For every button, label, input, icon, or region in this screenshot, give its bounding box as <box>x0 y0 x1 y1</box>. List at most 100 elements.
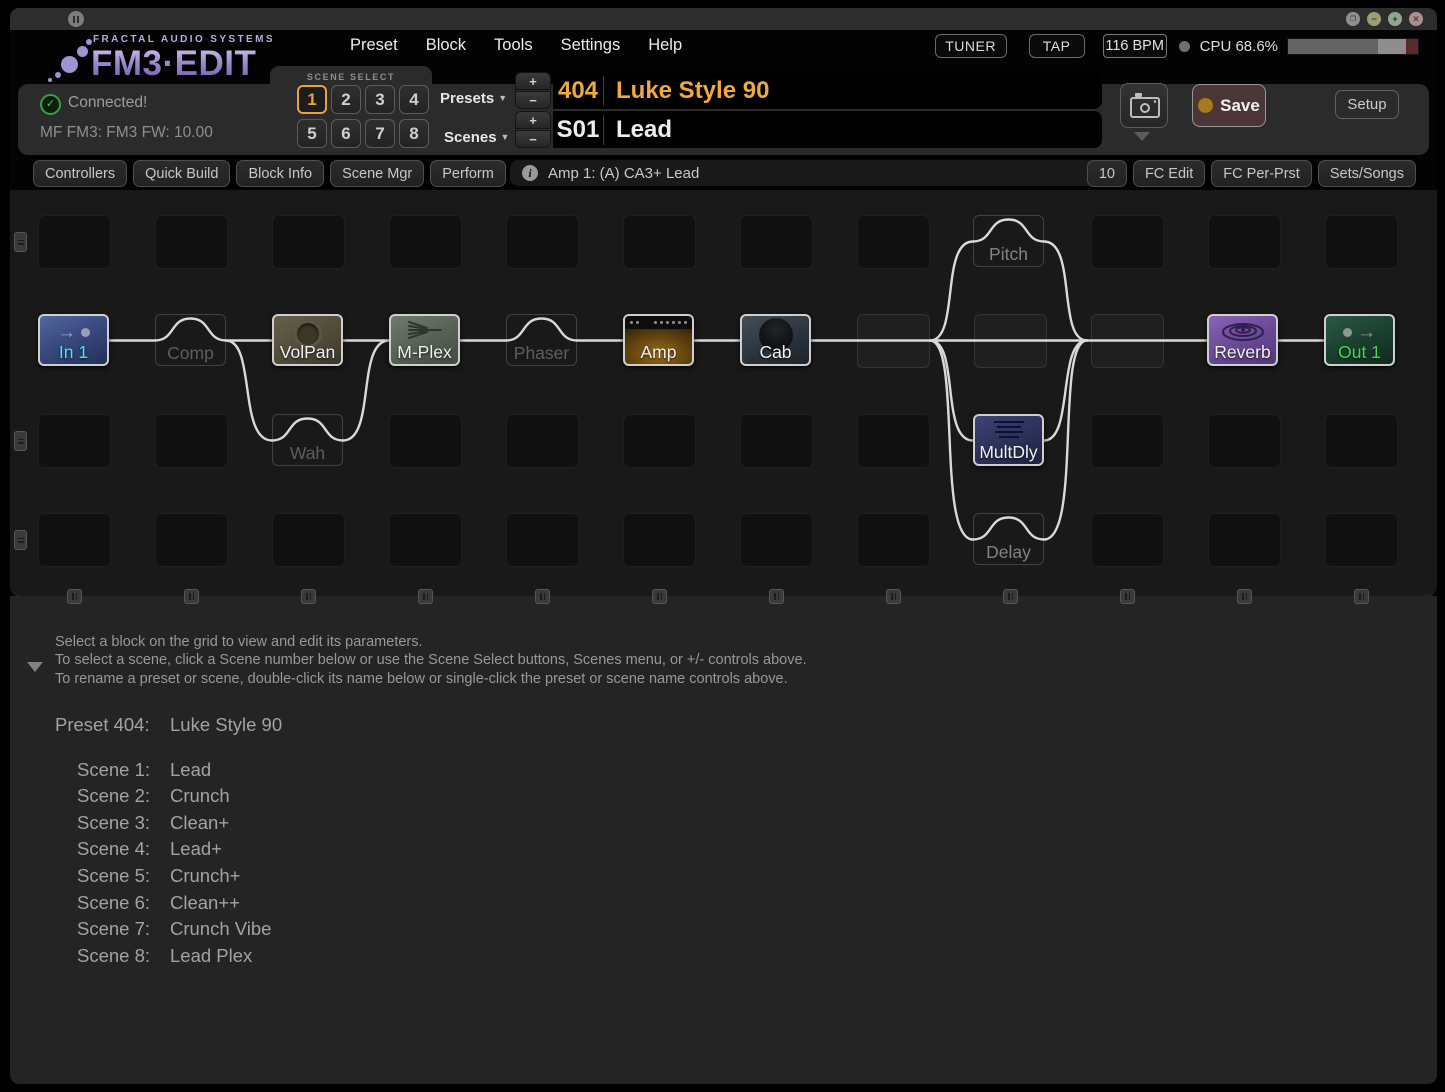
empty-grid-slot[interactable] <box>272 215 345 269</box>
scene-button-4[interactable]: 4 <box>399 85 429 114</box>
empty-grid-slot[interactable] <box>389 513 462 567</box>
empty-grid-slot[interactable] <box>1091 215 1164 269</box>
maximize-icon[interactable]: + <box>1388 12 1402 26</box>
menu-block[interactable]: Block <box>426 36 466 55</box>
restore-icon[interactable]: ❐ <box>1346 12 1360 26</box>
empty-grid-slot[interactable] <box>1208 414 1281 468</box>
menu-preset[interactable]: Preset <box>350 36 398 55</box>
scene-list-row[interactable]: Scene 3: Clean+ <box>55 810 282 837</box>
empty-grid-slot[interactable] <box>857 414 930 468</box>
block-comp[interactable]: Comp <box>155 314 226 366</box>
empty-grid-slot[interactable] <box>1091 513 1164 567</box>
scene-list-name[interactable]: Lead Plex <box>170 943 252 970</box>
presets-menu[interactable]: Presets▼ <box>440 90 507 107</box>
scene-list-name[interactable]: Lead <box>170 757 211 784</box>
camera-dropdown-icon[interactable] <box>1134 132 1150 141</box>
scene-decrement-button[interactable]: − <box>515 130 551 148</box>
column-grip-handle[interactable] <box>535 589 550 604</box>
block-out1[interactable]: → Out 1 <box>1324 314 1395 366</box>
block-cab[interactable]: Cab <box>740 314 811 366</box>
column-grip-handle[interactable] <box>184 589 199 604</box>
empty-grid-slot[interactable] <box>506 414 579 468</box>
empty-grid-slot[interactable] <box>1325 414 1398 468</box>
empty-grid-slot[interactable] <box>155 414 228 468</box>
scene-list-row[interactable]: Scene 6: Clean++ <box>55 890 282 917</box>
empty-grid-slot[interactable] <box>1208 513 1281 567</box>
scene-increment-button[interactable]: + <box>515 111 551 129</box>
perform-button[interactable]: Perform <box>430 160 506 187</box>
scene-list-name[interactable]: Crunch <box>170 783 230 810</box>
block-volpan[interactable]: VolPan <box>272 314 343 366</box>
column-grip-handle[interactable] <box>418 589 433 604</box>
empty-grid-slot[interactable] <box>38 414 111 468</box>
row-grip-handle[interactable] <box>14 232 27 252</box>
snapshot-button[interactable] <box>1120 83 1168 128</box>
empty-grid-slot[interactable] <box>623 513 696 567</box>
preset-list-row[interactable]: Preset 404: Luke Style 90 <box>55 712 282 739</box>
scene-number[interactable]: S01 <box>553 116 603 144</box>
scene-list-name[interactable]: Clean+ <box>170 810 229 837</box>
title-bar[interactable]: ❐ − + ✕ <box>10 8 1437 31</box>
block-phaser[interactable]: Phaser <box>506 314 577 366</box>
bpm-display[interactable]: 116 BPM <box>1103 34 1167 58</box>
sets-songs-button[interactable]: Sets/Songs <box>1318 160 1416 187</box>
empty-grid-slot[interactable] <box>506 513 579 567</box>
ten-button[interactable]: 10 <box>1087 160 1127 187</box>
menu-settings[interactable]: Settings <box>561 36 621 55</box>
empty-grid-slot[interactable] <box>506 215 579 269</box>
block-wah[interactable]: Wah <box>272 414 343 466</box>
empty-grid-slot[interactable] <box>623 215 696 269</box>
scene-name[interactable]: Lead <box>604 116 672 144</box>
scene-list-row[interactable]: Scene 7: Crunch Vibe <box>55 916 282 943</box>
close-icon[interactable]: ✕ <box>1409 12 1423 26</box>
scene-list-name[interactable]: Crunch Vibe <box>170 916 271 943</box>
scene-button-8[interactable]: 8 <box>399 119 429 148</box>
preset-name[interactable]: Luke Style 90 <box>604 77 769 105</box>
empty-grid-slot[interactable] <box>38 215 111 269</box>
selected-block-info[interactable]: i Amp 1: (A) CA3+ Lead <box>510 160 1107 186</box>
preset-decrement-button[interactable]: − <box>515 91 551 109</box>
empty-grid-slot[interactable] <box>857 215 930 269</box>
menu-tools[interactable]: Tools <box>494 36 533 55</box>
setup-button[interactable]: Setup <box>1335 90 1399 119</box>
empty-grid-slot[interactable] <box>1091 414 1164 468</box>
scene-button-3[interactable]: 3 <box>365 85 395 114</box>
block-delay[interactable]: Delay <box>973 513 1044 565</box>
controllers-button[interactable]: Controllers <box>33 160 127 187</box>
empty-grid-slot[interactable] <box>623 414 696 468</box>
empty-grid-slot[interactable] <box>740 513 813 567</box>
pause-icon[interactable] <box>68 11 84 27</box>
scenes-menu[interactable]: Scenes▼ <box>444 129 509 146</box>
scene-button-5[interactable]: 5 <box>297 119 327 148</box>
collapse-arrow-icon[interactable] <box>27 662 43 672</box>
column-grip-handle[interactable] <box>301 589 316 604</box>
scene-list-name[interactable]: Lead+ <box>170 836 222 863</box>
tuner-button[interactable]: TUNER <box>935 34 1007 58</box>
empty-grid-slot[interactable] <box>1325 215 1398 269</box>
tap-button[interactable]: TAP <box>1029 34 1085 58</box>
save-button[interactable]: Save <box>1192 84 1266 127</box>
shunt-slot[interactable] <box>974 314 1047 368</box>
shunt-slot[interactable] <box>857 314 930 368</box>
scene-button-6[interactable]: 6 <box>331 119 361 148</box>
empty-grid-slot[interactable] <box>38 513 111 567</box>
column-grip-handle[interactable] <box>769 589 784 604</box>
quick-build-button[interactable]: Quick Build <box>133 160 230 187</box>
scene-list-row[interactable]: Scene 5: Crunch+ <box>55 863 282 890</box>
shunt-slot[interactable] <box>1091 314 1164 368</box>
empty-grid-slot[interactable] <box>1208 215 1281 269</box>
preset-number[interactable]: 404 <box>553 77 603 105</box>
scene-list-name[interactable]: Crunch+ <box>170 863 240 890</box>
block-in1[interactable]: → In 1 <box>38 314 109 366</box>
block-pitch[interactable]: Pitch <box>973 215 1044 267</box>
empty-grid-slot[interactable] <box>389 215 462 269</box>
empty-grid-slot[interactable] <box>857 513 930 567</box>
preset-display[interactable]: 404 Luke Style 90 <box>553 72 1102 109</box>
empty-grid-slot[interactable] <box>155 513 228 567</box>
preset-increment-button[interactable]: + <box>515 72 551 90</box>
fc-per-preset-button[interactable]: FC Per-Prst <box>1211 160 1312 187</box>
column-grip-handle[interactable] <box>886 589 901 604</box>
block-mplex[interactable]: M-Plex <box>389 314 460 366</box>
row-grip-handle[interactable] <box>14 431 27 451</box>
empty-grid-slot[interactable] <box>155 215 228 269</box>
